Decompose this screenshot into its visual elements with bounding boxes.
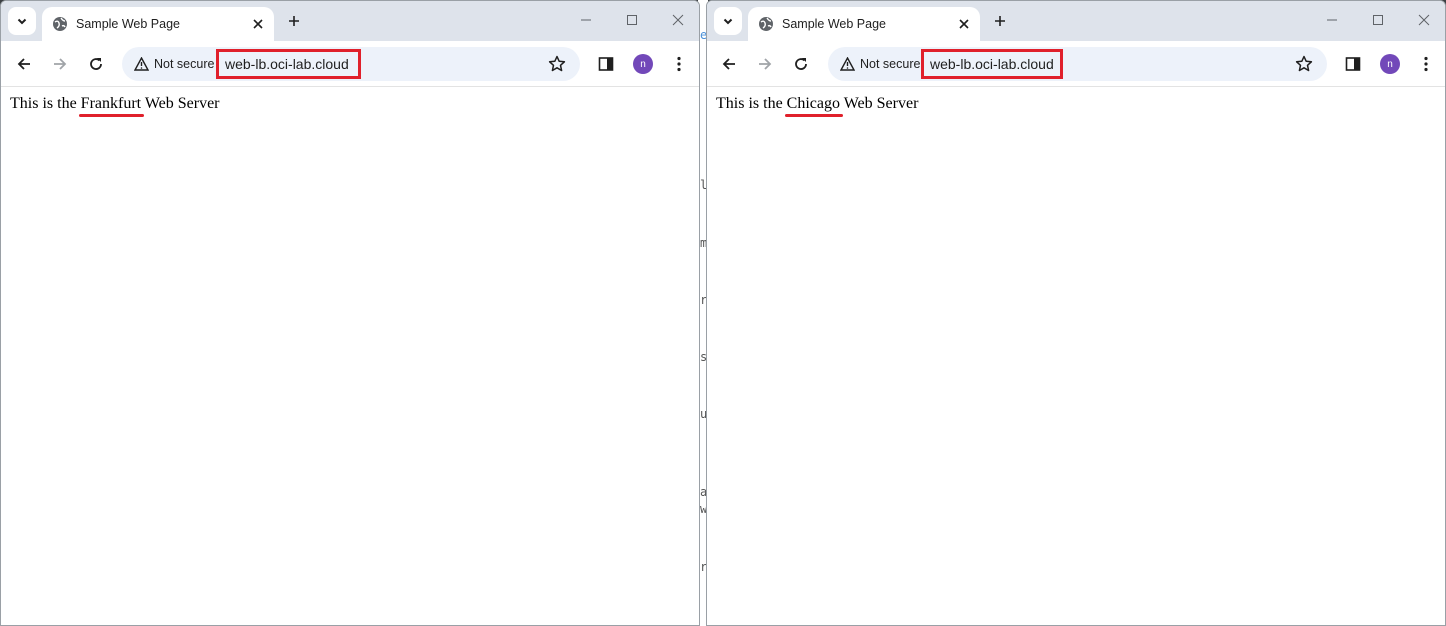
- site-info-button[interactable]: Not secure: [836, 53, 924, 75]
- side-panel-icon: [598, 57, 614, 71]
- tab-strip: Sample Web Page: [707, 1, 1445, 41]
- reload-icon: [795, 58, 807, 70]
- tab-title: Sample Web Page: [76, 17, 180, 31]
- close-icon: [1418, 14, 1430, 26]
- reload-icon: [90, 58, 102, 70]
- chevron-down-icon: [17, 18, 27, 25]
- side-panel-button[interactable]: [1341, 52, 1365, 76]
- message-suffix: Web Server: [141, 95, 220, 112]
- url-text[interactable]: web-lb.oci-lab.cloud: [225, 56, 349, 72]
- star-icon: [548, 55, 566, 72]
- close-icon: [959, 19, 969, 29]
- address-bar[interactable]: Not secure web-lb.oci-lab.cloud: [122, 47, 580, 81]
- forward-button[interactable]: [48, 52, 72, 76]
- back-button[interactable]: [12, 52, 36, 76]
- reload-button[interactable]: [789, 52, 813, 76]
- arrow-right-icon: [54, 58, 67, 70]
- page-content: This is the Frankfurt Web Server: [1, 87, 699, 121]
- maximize-button[interactable]: [1367, 9, 1389, 31]
- maximize-icon: [1373, 15, 1383, 25]
- minimize-icon: [581, 19, 591, 21]
- maximize-button[interactable]: [621, 9, 643, 31]
- menu-button[interactable]: [1414, 52, 1438, 76]
- menu-button[interactable]: [667, 52, 691, 76]
- forward-button[interactable]: [753, 52, 777, 76]
- globe-icon: [759, 17, 773, 31]
- warning-icon: [134, 57, 149, 71]
- tab-close-button[interactable]: [246, 12, 270, 36]
- not-secure-label: Not secure: [860, 57, 921, 71]
- tab-sample-web-page[interactable]: Sample Web Page: [42, 7, 274, 41]
- minimize-button[interactable]: [575, 9, 597, 31]
- message-suffix: Web Server: [840, 95, 919, 112]
- close-icon: [672, 14, 684, 26]
- window-close-button[interactable]: [1413, 9, 1435, 31]
- city-name-text: Chicago: [786, 95, 840, 112]
- tab-search-button[interactable]: [8, 7, 36, 35]
- browser-window-frankfurt: Sample Web Page Not secure web-lb.oci-la…: [0, 0, 700, 626]
- bookmark-button[interactable]: [1292, 52, 1316, 76]
- city-name-text: Frankfurt: [80, 95, 142, 112]
- page-message: This is the Chicago Web Server: [716, 95, 1436, 117]
- city-name: Frankfurt: [78, 95, 145, 117]
- window-close-button[interactable]: [667, 9, 689, 31]
- message-prefix: This is the: [10, 95, 81, 112]
- star-icon: [1295, 55, 1313, 72]
- arrow-left-icon: [17, 58, 30, 70]
- minimize-icon: [1327, 19, 1337, 21]
- tab-strip: Sample Web Page: [1, 1, 699, 41]
- chevron-down-icon: [723, 18, 733, 25]
- page-message: This is the Frankfurt Web Server: [10, 95, 690, 117]
- address-bar[interactable]: Not secure web-lb.oci-lab.cloud: [828, 47, 1327, 81]
- url-text[interactable]: web-lb.oci-lab.cloud: [930, 56, 1054, 72]
- red-underline: [784, 114, 843, 117]
- tab-search-button[interactable]: [714, 7, 742, 35]
- tab-title: Sample Web Page: [782, 17, 886, 31]
- arrow-right-icon: [759, 58, 772, 70]
- url-highlight-box: web-lb.oci-lab.cloud: [921, 49, 1063, 79]
- new-tab-button[interactable]: [283, 10, 305, 32]
- not-secure-label: Not secure: [154, 57, 215, 71]
- side-panel-icon: [1345, 57, 1361, 71]
- plus-icon: [289, 16, 299, 26]
- navigation-toolbar: Not secure web-lb.oci-lab.cloud n: [1, 41, 699, 87]
- tab-close-button[interactable]: [952, 12, 976, 36]
- url-highlight-box: web-lb.oci-lab.cloud: [216, 49, 361, 79]
- close-icon: [253, 19, 263, 29]
- city-name: Chicago: [784, 95, 843, 117]
- tab-sample-web-page[interactable]: Sample Web Page: [748, 7, 980, 41]
- bookmark-button[interactable]: [545, 52, 569, 76]
- more-vert-icon: [1424, 56, 1428, 72]
- side-panel-button[interactable]: [594, 52, 618, 76]
- plus-icon: [995, 16, 1005, 26]
- back-button[interactable]: [717, 52, 741, 76]
- globe-icon: [53, 17, 67, 31]
- warning-icon: [840, 57, 855, 71]
- arrow-left-icon: [722, 58, 735, 70]
- reload-button[interactable]: [84, 52, 108, 76]
- profile-avatar[interactable]: n: [633, 54, 653, 74]
- minimize-button[interactable]: [1321, 9, 1343, 31]
- site-info-button[interactable]: Not secure: [130, 53, 218, 75]
- message-prefix: This is the: [716, 95, 787, 112]
- red-underline: [78, 114, 145, 117]
- browser-window-chicago: Sample Web Page Not secure web-lb.oci-la…: [706, 0, 1446, 626]
- maximize-icon: [627, 15, 637, 25]
- navigation-toolbar: Not secure web-lb.oci-lab.cloud n: [707, 41, 1445, 87]
- more-vert-icon: [677, 56, 681, 72]
- profile-avatar[interactable]: n: [1380, 54, 1400, 74]
- new-tab-button[interactable]: [989, 10, 1011, 32]
- page-content: This is the Chicago Web Server: [707, 87, 1445, 121]
